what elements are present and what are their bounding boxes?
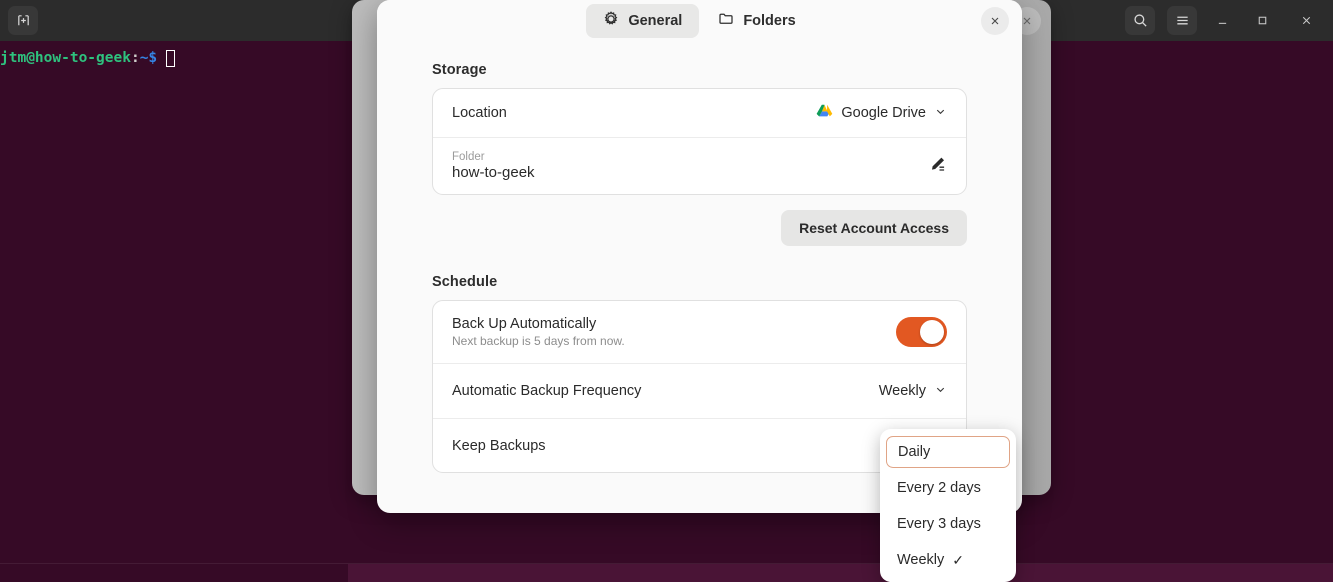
keep-backups-label: Keep Backups (452, 438, 546, 454)
terminal-cursor (166, 50, 175, 67)
tab-general-label: General (628, 13, 682, 29)
close-icon[interactable] (981, 7, 1009, 35)
reset-account-access-button[interactable]: Reset Account Access (781, 210, 967, 246)
folder-value: how-to-geek (452, 164, 535, 181)
tab-general[interactable]: General (586, 4, 699, 38)
tab-folders-label: Folders (743, 13, 795, 29)
folder-label: Folder (452, 151, 535, 163)
terminal-user-host: jtm@how-to-geek (0, 49, 131, 67)
dialog-content: Storage Location (377, 42, 1022, 473)
popover-item-label: Every 3 days (897, 516, 981, 532)
popover-item-every-2-days[interactable]: Every 2 days (886, 472, 1010, 504)
location-value: Google Drive (841, 105, 926, 121)
maximize-icon[interactable] (1247, 6, 1277, 35)
backup-automatically-title: Back Up Automatically (452, 316, 625, 332)
automatic-backup-frequency-row[interactable]: Automatic Backup Frequency Weekly (433, 363, 966, 418)
automatic-backup-frequency-value: Weekly (879, 383, 926, 399)
schedule-section-title: Schedule (432, 274, 967, 290)
google-drive-icon (816, 103, 833, 123)
backup-automatically-row[interactable]: Back Up Automatically Next backup is 5 d… (433, 301, 966, 363)
close-icon[interactable] (1291, 6, 1321, 35)
toggle-knob (920, 320, 944, 344)
automatic-backup-frequency-value-group[interactable]: Weekly (879, 383, 947, 400)
dialog-headerbar: General Folders (377, 0, 1022, 42)
popover-item-label: Weekly (897, 552, 944, 568)
view-switcher: General Folders (586, 4, 812, 38)
folder-text-group: Folder how-to-geek (452, 151, 535, 181)
popover-item-label: Daily (898, 444, 930, 460)
search-icon[interactable] (1125, 6, 1155, 35)
location-row[interactable]: Location (433, 89, 966, 137)
checkmark-icon: ✓ (952, 552, 964, 569)
popover-item-daily[interactable]: Daily (886, 436, 1010, 468)
chevron-down-icon (934, 383, 947, 400)
storage-section-title: Storage (432, 62, 967, 78)
minimize-icon[interactable] (1207, 6, 1237, 35)
backup-automatically-subtitle: Next backup is 5 days from now. (452, 334, 625, 348)
reset-account-access-row: Reset Account Access (432, 210, 967, 246)
tab-folders[interactable]: Folders (701, 4, 812, 38)
terminal-colon: : (131, 49, 140, 67)
gear-icon (603, 11, 619, 31)
popover-item-every-3-days[interactable]: Every 3 days (886, 508, 1010, 540)
backup-automatically-text-group: Back Up Automatically Next backup is 5 d… (452, 316, 625, 348)
storage-section: Storage Location (432, 62, 967, 246)
automatic-backup-frequency-label: Automatic Backup Frequency (452, 383, 641, 399)
popover-item-label: Every 2 days (897, 480, 981, 496)
chevron-down-icon (934, 105, 947, 122)
folder-row[interactable]: Folder how-to-geek (433, 137, 966, 194)
pencil-edit-icon[interactable] (929, 155, 947, 178)
storage-group: Location (432, 88, 967, 195)
hamburger-menu-icon[interactable] (1167, 6, 1197, 35)
terminal-path: ~ (140, 49, 149, 67)
backup-automatically-toggle[interactable] (896, 317, 947, 347)
new-tab-icon[interactable] (8, 6, 38, 35)
desktop-bottom-strip (348, 564, 1333, 582)
folder-icon (718, 11, 734, 31)
popover-item-weekly[interactable]: Weekly ✓ (886, 544, 1010, 576)
location-label: Location (452, 105, 507, 121)
location-value-group[interactable]: Google Drive (816, 103, 947, 123)
frequency-popover: Daily Every 2 days Every 3 days Weekly ✓ (880, 429, 1016, 582)
desktop: jtm@how-to-geek:~$ (0, 0, 1333, 582)
terminal-prompt-symbol: $ (148, 49, 157, 67)
